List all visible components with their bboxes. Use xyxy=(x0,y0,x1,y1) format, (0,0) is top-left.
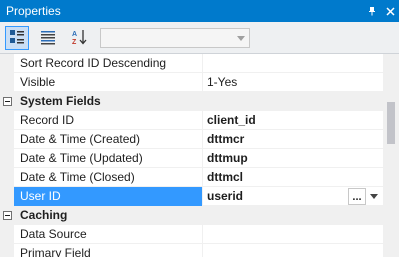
column-divider xyxy=(202,73,203,92)
property-row[interactable]: Data Source xyxy=(0,225,383,244)
window-title: Properties xyxy=(6,4,61,18)
properties-window: Properties A Z Sort Record ID Descending… xyxy=(0,0,399,257)
column-divider xyxy=(202,54,203,73)
property-row[interactable]: Date & Time (Created) dttmcr xyxy=(0,130,383,149)
title-bar: Properties xyxy=(0,0,399,22)
category-title: Caching xyxy=(20,208,68,222)
properties-toolbar: A Z xyxy=(0,22,399,54)
row-gutter xyxy=(0,187,14,206)
property-name: Primary Field xyxy=(20,246,91,257)
row-gutter xyxy=(0,225,14,244)
property-row[interactable]: Primary Field xyxy=(0,244,383,257)
categorized-button[interactable] xyxy=(5,26,29,50)
column-divider xyxy=(202,187,203,206)
svg-text:Z: Z xyxy=(72,39,77,46)
property-row[interactable]: Visible 1-Yes xyxy=(0,73,383,92)
chevron-down-icon xyxy=(237,36,245,41)
ellipsis-button[interactable]: ... xyxy=(348,188,366,205)
category-caching[interactable]: Caching xyxy=(0,206,383,225)
column-divider xyxy=(202,244,203,257)
property-name: Date & Time (Closed) xyxy=(20,170,135,184)
property-name: Data Source xyxy=(20,227,87,241)
collapse-icon[interactable] xyxy=(3,211,12,220)
category-title: System Fields xyxy=(20,94,101,108)
alphabetical-icon: A Z xyxy=(71,28,89,49)
property-row[interactable]: Date & Time (Closed) dttmcl xyxy=(0,168,383,187)
property-value[interactable]: userid xyxy=(207,187,243,206)
property-value[interactable]: dttmup xyxy=(207,149,248,168)
object-selector-dropdown[interactable] xyxy=(100,28,250,48)
categorized-icon xyxy=(9,29,25,48)
property-row[interactable]: Date & Time (Updated) dttmup xyxy=(0,149,383,168)
property-name: User ID xyxy=(14,187,202,206)
column-divider xyxy=(202,149,203,168)
pin-icon[interactable] xyxy=(363,0,381,22)
row-gutter xyxy=(0,73,14,92)
property-name: Sort Record ID Descending xyxy=(20,56,167,70)
column-divider xyxy=(202,111,203,130)
row-gutter xyxy=(0,54,14,73)
property-value[interactable]: dttmcl xyxy=(207,168,243,187)
property-row-selected[interactable]: User ID userid ... xyxy=(0,187,383,206)
property-name: Date & Time (Updated) xyxy=(20,151,143,165)
close-icon[interactable] xyxy=(381,0,399,22)
column-divider xyxy=(202,225,203,244)
row-gutter xyxy=(0,130,14,149)
category-system-fields[interactable]: System Fields xyxy=(0,92,383,111)
property-pages-button[interactable] xyxy=(36,26,60,50)
column-divider xyxy=(202,168,203,187)
property-row[interactable]: Sort Record ID Descending xyxy=(0,54,383,73)
row-gutter xyxy=(0,111,14,130)
property-value[interactable]: dttmcr xyxy=(207,130,244,149)
property-row[interactable]: Record ID client_id xyxy=(0,111,383,130)
property-name: Date & Time (Created) xyxy=(20,132,141,146)
row-gutter xyxy=(0,168,14,187)
column-divider xyxy=(202,130,203,149)
scrollbar-thumb[interactable] xyxy=(387,102,395,144)
row-gutter xyxy=(0,244,14,257)
collapse-icon[interactable] xyxy=(3,97,12,106)
property-grid: Sort Record ID Descending Visible 1-Yes … xyxy=(0,54,383,257)
property-pages-icon xyxy=(40,29,56,48)
row-gutter xyxy=(0,149,14,168)
svg-text:A: A xyxy=(72,31,77,38)
vertical-scrollbar[interactable] xyxy=(383,54,399,257)
property-value[interactable]: 1-Yes xyxy=(207,73,237,92)
alphabetical-button[interactable]: A Z xyxy=(68,26,92,50)
property-value[interactable]: client_id xyxy=(207,111,256,130)
chevron-down-icon[interactable] xyxy=(370,194,378,199)
property-name: Visible xyxy=(20,75,56,89)
property-name: Record ID xyxy=(20,113,75,127)
